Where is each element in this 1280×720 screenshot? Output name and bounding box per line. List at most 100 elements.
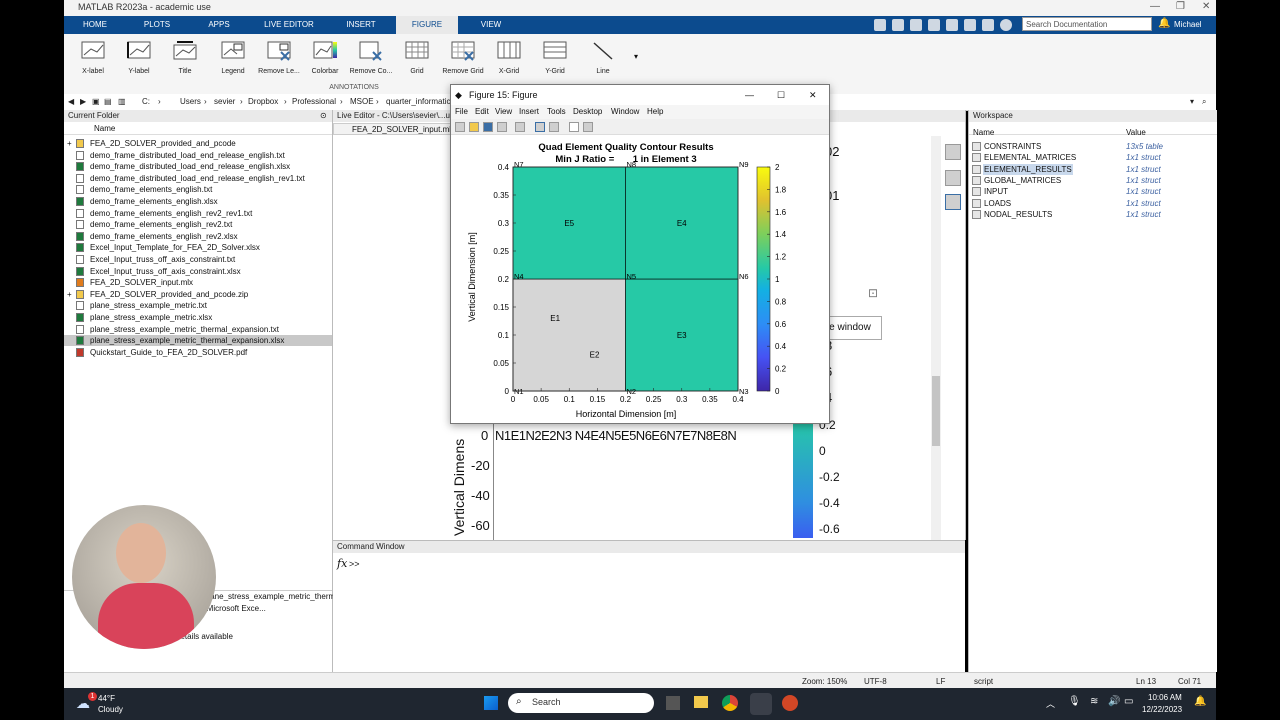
forward-icon[interactable]: ▶ [80,97,86,106]
clock-date[interactable]: 12/22/2023 [1142,705,1182,714]
file-row[interactable]: plane_stress_example_metric.xlsx [64,312,332,323]
workspace-variable-row[interactable]: NODAL_RESULTS 1x1 struct [969,209,1217,220]
editor-scrollbar[interactable] [931,136,941,540]
print-icon[interactable] [497,122,507,132]
undo-icon[interactable] [946,19,958,31]
grid-button[interactable]: Grid [394,40,440,75]
property-inspector-icon[interactable] [583,122,593,132]
scrollbar-thumb[interactable] [932,376,940,446]
file-row[interactable]: + FEA_2D_SOLVER_provided_and_pcode [64,138,332,149]
name-column-header[interactable]: Name [94,123,115,134]
save-figure-icon[interactable] [483,122,493,132]
maximize-icon[interactable]: ☐ [777,85,785,105]
output-inline-icon[interactable] [945,144,961,160]
file-row[interactable]: demo_frame_elements_english_rev2.txt [64,219,332,230]
menu-file[interactable]: File [455,107,468,116]
colorbar-button[interactable]: Colorbar [302,40,348,75]
minimize-icon[interactable]: — [745,85,754,105]
remove-legend-button[interactable]: Remove Le... [256,40,302,75]
figure-window[interactable]: ◆ Figure 15: Figure — ☐ ✕ File Edit View… [450,84,830,424]
breadcrumb-dropbox[interactable]: Dropbox [248,97,278,106]
panel-menu-icon[interactable]: ⊙ [320,111,327,120]
file-row[interactable]: plane_stress_example_metric_thermal_expa… [64,335,332,347]
close-icon[interactable]: ✕ [809,85,817,105]
hide-code-icon[interactable] [945,194,961,210]
tab-view[interactable]: VIEW [460,16,522,34]
menu-desktop[interactable]: Desktop [573,107,602,116]
file-row[interactable]: demo_frame_distributed_load_end_release_… [64,161,332,172]
breadcrumb-users[interactable]: Users [180,97,201,106]
help-icon[interactable] [1000,19,1012,31]
workspace-variable-row[interactable]: CONSTRAINTS 13x5 table [969,141,1217,152]
breadcrumb-sevier[interactable]: sevier [214,97,235,106]
breadcrumb-professional[interactable]: Professional [292,97,336,106]
close-icon[interactable]: ✕ [1202,1,1210,12]
matlab-taskbar-icon[interactable] [750,693,772,715]
menu-help[interactable]: Help [647,107,663,116]
file-row[interactable]: Quickstart_Guide_to_FEA_2D_SOLVER.pdf [64,347,332,358]
back-icon[interactable]: ◀ [68,97,74,106]
workspace-variable-row[interactable]: GLOBAL_MATRICES 1x1 struct [969,175,1217,186]
breadcrumb-drive[interactable]: C: [142,97,150,106]
notification-icon[interactable]: 🔔 [1194,696,1206,707]
tab-insert[interactable]: INSERT [330,16,392,34]
paste-icon[interactable] [928,19,940,31]
search-documentation-input[interactable]: Search Documentation [1022,17,1152,31]
file-row[interactable]: demo_frame_distributed_load_end_release_… [64,150,332,161]
task-view-icon[interactable] [666,696,680,710]
user-menu[interactable]: Michael [1174,16,1202,34]
volume-icon[interactable]: 🔊 [1108,696,1120,707]
file-row[interactable]: demo_frame_elements_english.txt [64,184,332,195]
expand-icon[interactable]: + [67,289,72,300]
file-row[interactable]: Excel_Input_truss_off_axis_constraint.xl… [64,266,332,277]
file-row[interactable]: demo_frame_elements_english.xlsx [64,196,332,207]
file-row[interactable]: demo_frame_distributed_load_end_release_… [64,173,332,184]
breadcrumb-quarter[interactable]: quarter_informatic [386,97,450,106]
tab-home[interactable]: HOME [64,16,126,34]
browse-folder-icon[interactable]: ▤ [104,97,112,106]
bell-icon[interactable]: 🔔 [1158,18,1170,29]
powerpoint-icon[interactable] [782,695,798,711]
expand-icon[interactable]: + [67,138,72,149]
breadcrumb-msoe[interactable]: MSOE [350,97,374,106]
copy-icon[interactable] [910,19,922,31]
workspace-variable-row[interactable]: ELEMENTAL_RESULTS 1x1 struct [969,163,1217,175]
tab-live-editor[interactable]: LIVE EDITOR [254,16,324,34]
clock-time[interactable]: 10:06 AM [1148,693,1182,702]
file-row[interactable]: Excel_Input_truss_off_axis_constraint.tx… [64,254,332,265]
legend-button[interactable]: Legend [210,40,256,75]
workspace-variable-row[interactable]: ELEMENTAL_MATRICES 1x1 struct [969,152,1217,163]
editor-tab[interactable]: FEA_2D_SOLVER_input.mlx [333,123,455,135]
windows-start-icon[interactable] [484,696,498,710]
remove-grid-button[interactable]: Remove Grid [440,40,486,75]
file-explorer-icon[interactable] [694,696,708,708]
tab-plots[interactable]: PLOTS [126,16,188,34]
workspace-variable-row[interactable]: INPUT 1x1 struct [969,186,1217,197]
chrome-icon[interactable] [722,695,738,711]
pointer-icon[interactable] [569,122,579,132]
tray-chevron-icon[interactable]: ︿ [1046,697,1055,710]
menu-tools[interactable]: Tools [547,107,566,116]
file-row[interactable]: demo_frame_elements_english_rev2_rev1.tx… [64,208,332,219]
address-dropdown-icon[interactable]: ▾ [1190,97,1194,106]
x-grid-button[interactable]: X-Grid [486,40,532,75]
file-row[interactable]: plane_stress_example_metric.txt [64,300,332,311]
file-row[interactable]: + FEA_2D_SOLVER_provided_and_pcode.zip [64,289,332,300]
weather-condition[interactable]: Cloudy [98,705,123,714]
tab-figure[interactable]: FIGURE [396,16,458,34]
open-in-figure-window-icon[interactable]: ⊡ [868,286,878,300]
menu-view[interactable]: View [495,107,512,116]
temperature[interactable]: 44°F [98,694,115,703]
taskbar-search-box[interactable]: ⌕ Search [508,693,654,713]
up-folder-icon[interactable]: ▣ [92,97,100,106]
wifi-icon[interactable]: ≋ [1090,696,1098,707]
maximize-icon[interactable]: ❐ [1176,1,1185,12]
tab-apps[interactable]: APPS [188,16,250,34]
value-column-header[interactable]: Value [1126,127,1146,138]
cut-icon[interactable] [892,19,904,31]
menu-edit[interactable]: Edit [475,107,489,116]
minimize-icon[interactable]: — [1150,1,1160,12]
link-plot-icon[interactable] [515,122,525,132]
address-search-icon[interactable]: ⌕ [1202,97,1206,107]
remove-colorbar-button[interactable]: Remove Co... [348,40,394,75]
